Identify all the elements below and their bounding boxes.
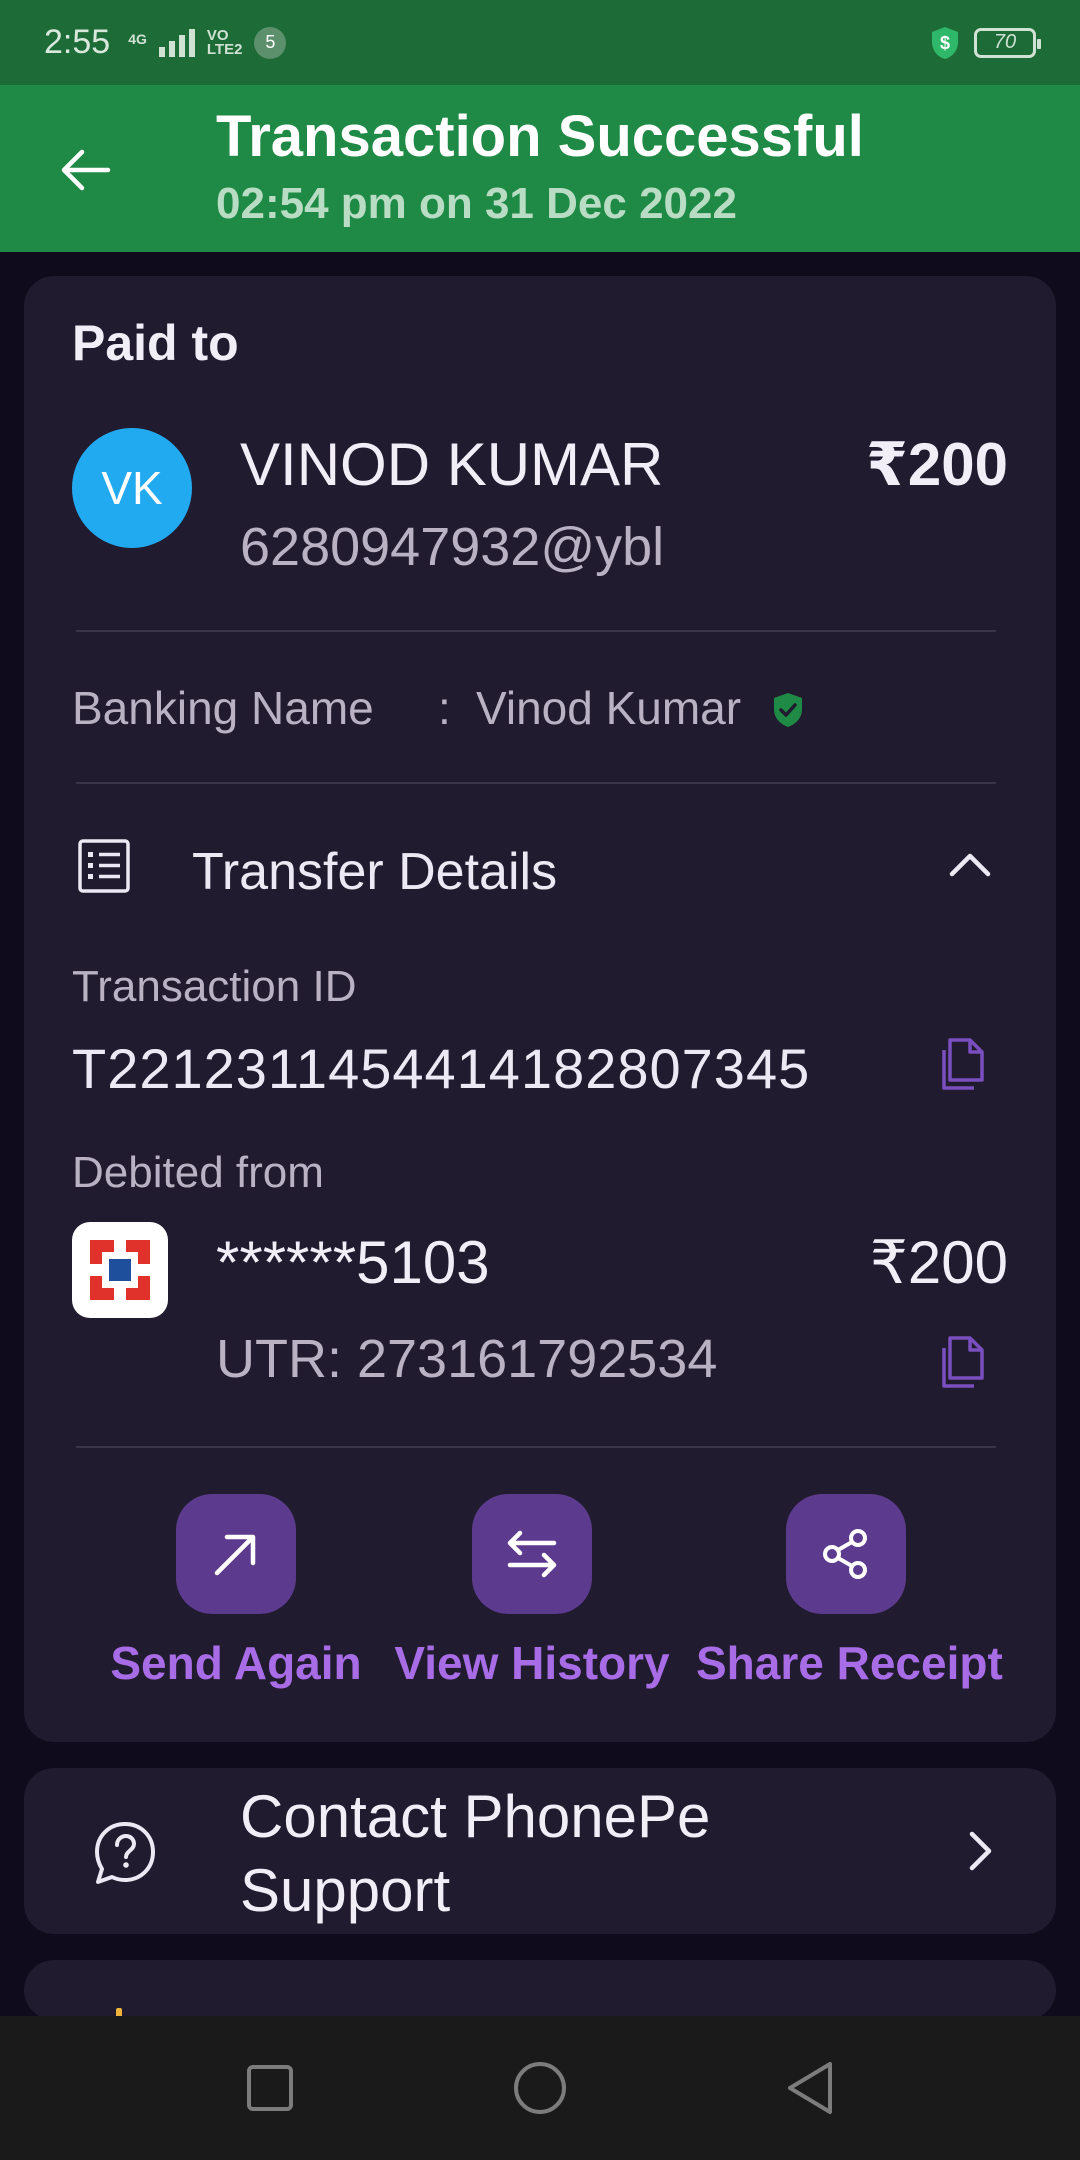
copy-icon[interactable] — [936, 1034, 998, 1096]
banking-name-value: Vinod Kumar — [476, 682, 742, 734]
divider — [76, 1446, 996, 1448]
payee-name: VINOD KUMAR — [240, 431, 664, 498]
send-again-label[interactable]: Send Again — [86, 1636, 386, 1690]
chevron-up-icon[interactable] — [946, 842, 994, 890]
send-again-button[interactable] — [176, 1494, 296, 1614]
transaction-id-value: T2212311454414182807345 — [72, 1037, 811, 1100]
transaction-id-label: Transaction ID — [72, 962, 357, 1011]
view-history-label[interactable]: View History — [382, 1636, 682, 1690]
page-title: Transaction Successful — [216, 104, 864, 169]
debited-amount: ₹200 — [869, 1229, 1008, 1296]
additional-card — [24, 1960, 1056, 2022]
share-icon — [823, 1529, 867, 1579]
send-again-action[interactable]: Send Again — [86, 1494, 386, 1694]
help-chat-icon — [95, 1822, 155, 1884]
divider — [76, 782, 996, 784]
hdfc-bank-logo-icon — [84, 1234, 156, 1306]
recent-apps-icon[interactable] — [240, 2058, 300, 2118]
back-arrow-icon — [61, 149, 111, 191]
volte-icon: VO LTE2 — [206, 26, 243, 58]
battery-icon: 70 — [974, 27, 1041, 58]
network-type: 4G — [128, 30, 147, 47]
utr-number: UTR: 273161792534 — [216, 1329, 718, 1389]
support-card[interactable]: Contact PhonePe Support — [24, 1768, 1056, 1934]
share-receipt-action[interactable]: Share Receipt — [696, 1494, 1003, 1694]
app-header: Transaction Successful 02:54 pm on 31 De… — [0, 85, 1080, 252]
contact-support-label[interactable]: Contact PhonePe Support — [240, 1780, 800, 1928]
notification-badge: 5 — [254, 26, 287, 59]
share-receipt-button[interactable] — [786, 1494, 906, 1614]
verified-shield-icon — [774, 693, 802, 727]
swap-arrows-icon — [507, 1530, 557, 1578]
system-nav-bar — [0, 2016, 1080, 2160]
status-right: $ 70 — [930, 26, 1041, 60]
bank-logo — [72, 1222, 168, 1318]
back-button[interactable] — [50, 135, 120, 205]
chevron-right-icon[interactable] — [952, 1824, 1006, 1878]
debited-from-label: Debited from — [72, 1148, 324, 1197]
view-history-button[interactable] — [472, 1494, 592, 1614]
receipt-list-icon — [78, 839, 130, 893]
payee-upi-id: 6280947932@ybl — [240, 517, 665, 577]
copy-icon[interactable] — [936, 1332, 998, 1394]
divider — [76, 630, 996, 632]
payment-amount: ₹200 — [866, 431, 1008, 498]
back-nav-icon[interactable] — [780, 2058, 840, 2118]
paid-to-label: Paid to — [72, 315, 239, 371]
status-bar: 2:55 4G VO LTE2 5 $ 70 — [0, 0, 1080, 85]
banking-name-label: Banking Name — [72, 682, 374, 734]
avatar: VK — [72, 428, 192, 548]
transaction-timestamp: 02:54 pm on 31 Dec 2022 — [216, 179, 737, 228]
transfer-details-title[interactable]: Transfer Details — [192, 842, 557, 902]
security-shield-icon: $ — [932, 26, 958, 59]
svg-text:$: $ — [940, 33, 950, 53]
status-icons: 4G VO LTE2 5 — [128, 26, 287, 59]
share-receipt-label[interactable]: Share Receipt — [696, 1636, 1003, 1690]
banking-name-colon: : — [438, 682, 451, 734]
debited-account: ******5103 — [216, 1229, 490, 1296]
home-icon[interactable] — [510, 2058, 570, 2118]
status-time: 2:55 — [44, 23, 111, 61]
arrow-up-right-icon — [214, 1534, 256, 1576]
signal-icon — [158, 28, 195, 57]
view-history-action[interactable]: View History — [382, 1494, 682, 1694]
transaction-card: Paid to VK VINOD KUMAR ₹200 6280947932@y… — [24, 276, 1056, 1742]
